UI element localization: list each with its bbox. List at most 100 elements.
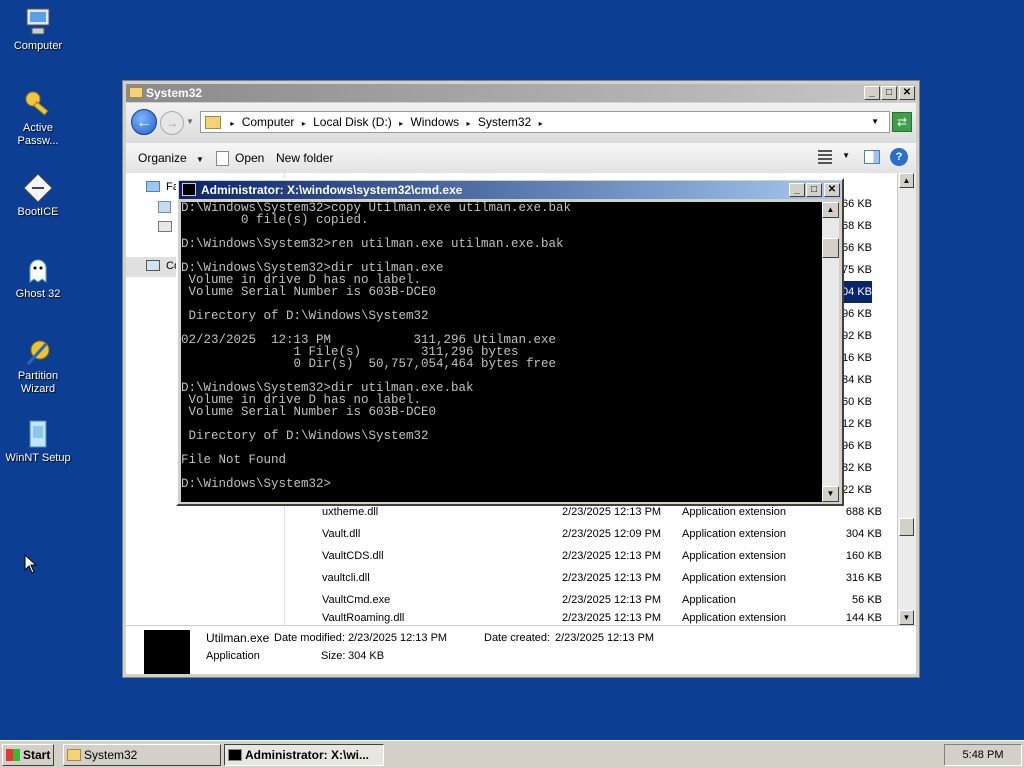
file-size: 688 KB (845, 506, 882, 518)
file-size: 144 KB (845, 612, 882, 624)
address-bar[interactable]: ▸ Computer ▸ Local Disk (D:) ▸ Windows ▸… (200, 111, 890, 133)
chevron-right-icon[interactable]: ▸ (399, 119, 403, 128)
cmd-title: Administrator: X:\windows\system32\cmd.e… (201, 183, 463, 197)
file-type: Application extension (682, 572, 786, 584)
console-line: D:\Windows\System32>ren utilman.exe util… (181, 237, 564, 251)
table-row[interactable]: vaultcli.dll 2/23/2025 12:13 PM Applicat… (286, 567, 896, 589)
chevron-right-icon[interactable]: ▸ (539, 119, 543, 128)
file-name: vaultcli.dll (322, 572, 370, 584)
back-button[interactable]: ← (131, 109, 157, 135)
address-dropdown-icon[interactable]: ▼ (871, 112, 879, 132)
file-size: 56 KB (852, 594, 882, 606)
details-modified-label: Date modified: (274, 632, 345, 644)
scroll-up-button[interactable]: ▲ (899, 173, 914, 188)
desktop-icon-ghost[interactable]: Ghost 32 (2, 254, 74, 301)
file-date: 2/23/2025 12:09 PM (562, 528, 662, 540)
open-button[interactable]: Open (216, 151, 264, 167)
desktop-icon-computer[interactable]: Computer (2, 6, 74, 53)
scroll-down-button[interactable]: ▼ (899, 610, 914, 625)
file-size: 160 KB (845, 550, 882, 562)
maximize-button[interactable]: □ (806, 183, 822, 197)
file-type: Application extension (682, 550, 786, 562)
new-folder-button[interactable]: New folder (276, 151, 333, 165)
file-name: VaultCDS.dll (322, 550, 384, 562)
console-output[interactable]: D:\Windows\System32>copy Utilman.exe uti… (181, 202, 824, 502)
file-name: VaultCmd.exe (322, 594, 391, 606)
refresh-button[interactable]: ⇄ (892, 112, 912, 132)
table-row[interactable]: VaultCDS.dll 2/23/2025 12:13 PM Applicat… (286, 545, 896, 567)
organize-label: Organize (138, 151, 187, 165)
cmd-title-bar[interactable]: Administrator: X:\windows\system32\cmd.e… (179, 181, 841, 199)
scroll-thumb[interactable] (822, 238, 839, 258)
file-type: Application extension (682, 528, 786, 540)
cmd-window[interactable]: Administrator: X:\windows\system32\cmd.e… (176, 178, 844, 506)
close-button[interactable]: ✕ (899, 86, 915, 100)
computer-icon (22, 6, 54, 38)
desktop-icon-active-password[interactable]: Active Passw... (2, 88, 74, 148)
taskbar-button-explorer[interactable]: System32 (63, 744, 221, 766)
desktop-icon-label: BootICE (17, 206, 59, 218)
console-line: D:\Windows\System32> (181, 477, 332, 491)
folder-icon (205, 116, 221, 130)
file-date: 2/23/2025 12:13 PM (562, 572, 662, 584)
desktop-icon-label: WinNT Setup (5, 452, 71, 464)
system-tray: 5:48 PM (944, 744, 1022, 766)
console-scrollbar[interactable]: ▲ ▼ (822, 202, 839, 502)
start-button[interactable]: Start (2, 744, 54, 766)
table-row[interactable]: VaultCmd.exe 2/23/2025 12:13 PM Applicat… (286, 589, 896, 611)
help-icon[interactable]: ? (890, 148, 908, 166)
mouse-cursor-icon (24, 554, 38, 574)
console-icon (182, 183, 196, 196)
start-label: Start (23, 748, 51, 762)
breadcrumb-computer[interactable]: Computer (242, 115, 295, 129)
chevron-right-icon[interactable]: ▸ (302, 119, 306, 128)
explorer-nav-bar: ← → ▼ ▸ Computer ▸ Local Disk (D:) ▸ Win… (126, 103, 916, 143)
file-date: 2/23/2025 12:13 PM (562, 612, 662, 624)
preview-pane-icon[interactable] (864, 150, 880, 164)
details-pane: Utilman.exe Date modified: 2/23/2025 12:… (126, 625, 916, 674)
console-line: Directory of D:\Windows\System32 (181, 429, 429, 443)
console-line: Directory of D:\Windows\System32 (181, 309, 429, 323)
explorer-title-bar[interactable]: System32 _ □ ✕ (126, 84, 916, 102)
console-icon (228, 749, 242, 761)
chevron-right-icon[interactable]: ▸ (230, 119, 234, 128)
drive-icon (158, 221, 172, 232)
table-row[interactable]: VaultRoaming.dll 2/23/2025 12:13 PM Appl… (286, 611, 896, 625)
setup-icon (22, 418, 54, 450)
file-date: 2/23/2025 12:13 PM (562, 550, 662, 562)
forward-button[interactable]: → (160, 111, 184, 135)
scroll-down-button[interactable]: ▼ (822, 486, 839, 502)
desktop-icon-winnt-setup[interactable]: WinNT Setup (2, 418, 74, 465)
view-options-icon[interactable] (818, 150, 832, 164)
file-icon (216, 151, 229, 167)
taskbar: Start System32 Administrator: X:\wi... 5… (0, 740, 1024, 768)
minimize-button[interactable]: _ (864, 86, 880, 100)
table-row[interactable]: Vault.dll 2/23/2025 12:09 PM Application… (286, 523, 896, 545)
breadcrumb-system32[interactable]: System32 (478, 115, 531, 129)
details-filename: Utilman.exe (206, 631, 270, 645)
clock[interactable]: 5:48 PM (963, 749, 1004, 761)
maximize-button[interactable]: □ (881, 86, 897, 100)
file-list-scrollbar[interactable]: ▲ ▼ (897, 173, 916, 625)
chevron-down-icon: ▼ (196, 155, 204, 164)
desktop-icon-partition-wizard[interactable]: Partition Wizard (2, 336, 74, 396)
console-line: 0 Dir(s) 50,757,054,464 bytes free (181, 357, 557, 371)
breadcrumb-windows[interactable]: Windows (410, 115, 459, 129)
close-button[interactable]: ✕ (824, 183, 840, 197)
desktop-icon-bootice[interactable]: BootICE (2, 172, 74, 219)
library-icon (158, 201, 171, 213)
file-date: 2/23/2025 12:13 PM (562, 594, 662, 606)
taskbar-button-cmd[interactable]: Administrator: X:\wi... (224, 744, 384, 766)
key-icon (22, 88, 54, 120)
chevron-right-icon[interactable]: ▸ (467, 119, 471, 128)
details-filetype: Application (206, 650, 260, 662)
desktop-icon-label: Partition Wizard (17, 370, 59, 395)
history-dropdown-icon[interactable]: ▼ (186, 117, 194, 126)
organize-button[interactable]: Organize ▼ (138, 151, 204, 165)
view-dropdown-icon[interactable]: ▼ (842, 151, 850, 160)
breadcrumb-local-disk[interactable]: Local Disk (D:) (313, 115, 392, 129)
desktop-icon-label: Ghost 32 (15, 288, 61, 300)
scroll-up-button[interactable]: ▲ (822, 202, 839, 218)
scroll-thumb[interactable] (899, 518, 914, 536)
minimize-button[interactable]: _ (789, 183, 805, 197)
